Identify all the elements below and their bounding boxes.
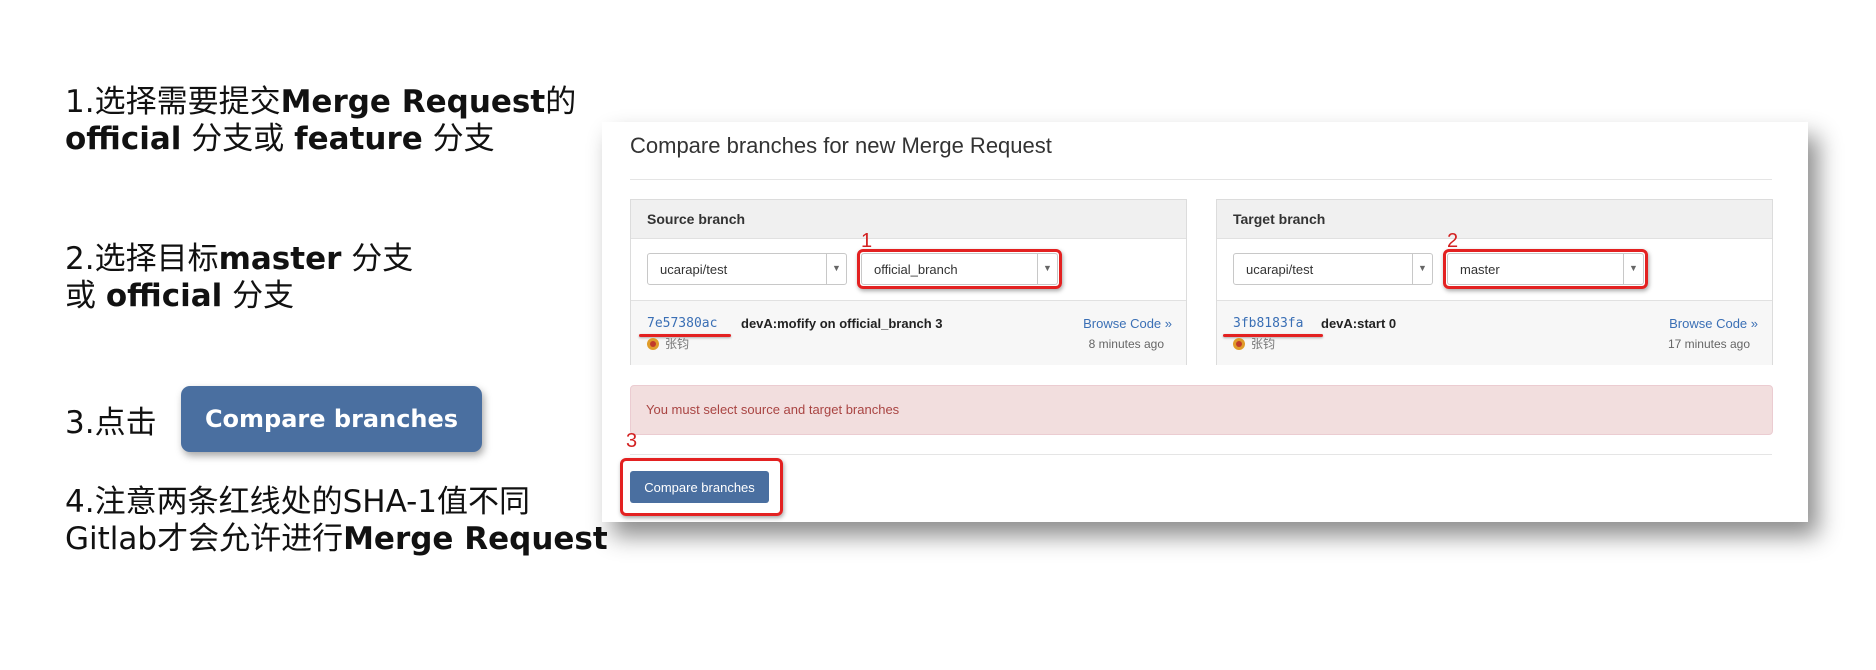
step4-line2: Gitlab才会允许进行Merge Request	[65, 521, 608, 557]
source-browse-code-link[interactable]: Browse Code »	[1083, 316, 1172, 331]
source-author-name: 张钧	[665, 337, 690, 351]
compare-branches-panel: Compare branches for new Merge Request S…	[602, 122, 1808, 522]
source-selects: ucarapi/test ▼ official_branch ▼ 1	[631, 230, 1186, 301]
target-project-select[interactable]: ucarapi/test ▼	[1233, 253, 1433, 285]
avatar-icon	[1233, 337, 1245, 350]
target-commit: 3fb8183fa devA:start 0 张钧 Browse Code » …	[1217, 301, 1772, 365]
step2-line2: 或 official 分支	[65, 278, 295, 314]
target-commit-message: devA:start 0	[1321, 316, 1397, 331]
divider	[630, 454, 1772, 455]
step4-line1: 4.注意两条红线处的SHA-1值不同	[65, 484, 530, 520]
compare-branches-button[interactable]: Compare branches	[630, 471, 769, 503]
step2-line1: 2.选择目标master 分支	[65, 241, 414, 277]
source-branch-box: Source branch ucarapi/test ▼ official_br…	[630, 199, 1187, 365]
divider	[630, 179, 1772, 180]
source-branch-heading: Source branch	[631, 200, 1186, 239]
instruction-step-1: 1.选择需要提交Merge Request的 official 分支或 feat…	[65, 84, 576, 158]
target-branch-box: Target branch ucarapi/test ▼ master ▼ 2 …	[1216, 199, 1773, 365]
avatar-icon	[647, 337, 659, 350]
source-project-select[interactable]: ucarapi/test ▼	[647, 253, 847, 285]
source-commit-time: 8 minutes ago	[1088, 337, 1164, 351]
instruction-step-3: 3.点击	[65, 405, 157, 442]
source-project-value: ucarapi/test	[660, 262, 728, 277]
target-branch-heading: Target branch	[1217, 200, 1772, 239]
target-selects: ucarapi/test ▼ master ▼ 2	[1217, 230, 1772, 301]
source-commit-message: devA:mofify on official_branch 3	[741, 316, 943, 331]
source-commit-sha[interactable]: 7e57380ac	[647, 316, 717, 331]
target-project-value: ucarapi/test	[1246, 262, 1314, 277]
target-commit-author: 张钧	[1233, 335, 1275, 352]
step1-line2: official 分支或 feature 分支	[65, 121, 495, 157]
highlight-ring-target-branch	[1443, 249, 1648, 289]
dropdown-arrow-icon: ▼	[826, 254, 846, 284]
target-commit-sha[interactable]: 3fb8183fa	[1233, 316, 1303, 331]
target-commit-time: 17 minutes ago	[1667, 337, 1750, 351]
compare-branches-illustration-button[interactable]: Compare branches	[181, 386, 482, 452]
target-browse-code-link[interactable]: Browse Code »	[1669, 316, 1758, 331]
highlight-ring-source-branch	[857, 249, 1062, 289]
marker-3: 3	[626, 430, 638, 452]
source-commit: 7e57380ac devA:mofify on official_branch…	[631, 301, 1186, 365]
step1-line1: 1.选择需要提交Merge Request的	[65, 84, 577, 120]
marker-1: 1	[861, 230, 873, 252]
step3-label: 3.点击	[65, 405, 157, 441]
instruction-step-4: 4.注意两条红线处的SHA-1值不同 Gitlab才会允许进行Merge Req…	[65, 484, 608, 558]
error-alert: You must select source and target branch…	[630, 385, 1773, 435]
dropdown-arrow-icon: ▼	[1412, 254, 1432, 284]
source-commit-author: 张钧	[647, 335, 689, 352]
page-title: Compare branches for new Merge Request	[630, 133, 1052, 158]
instruction-step-2: 2.选择目标master 分支 或 official 分支	[65, 241, 413, 315]
target-author-name: 张钧	[1251, 337, 1276, 351]
marker-2: 2	[1447, 230, 1459, 252]
